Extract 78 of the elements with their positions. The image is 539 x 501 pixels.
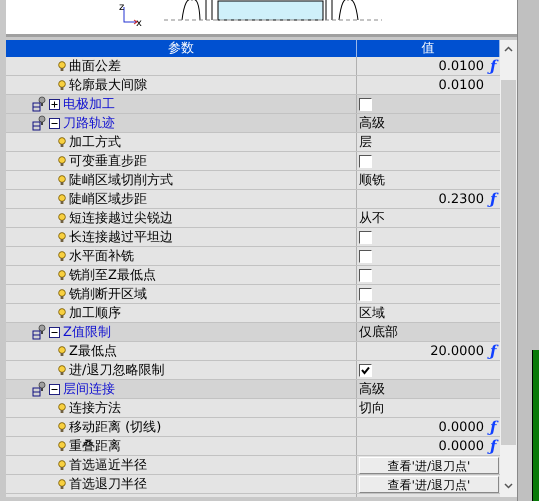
parameter-label: 首选逼近半径 [69, 457, 147, 474]
parameter-label: 移动距离 (切线) [69, 419, 162, 436]
bulb-icon [58, 232, 66, 242]
checkbox[interactable] [359, 154, 372, 168]
parameter-label: 加工顺序 [69, 305, 121, 322]
bulb-icon [58, 346, 66, 356]
scroll-up-icon[interactable] [504, 46, 513, 52]
axis-label: z [119, 3, 124, 13]
parameter-label: 曲面公差 [69, 58, 121, 75]
checkbox[interactable] [359, 364, 372, 376]
expand-icon[interactable] [49, 98, 60, 110]
parameter-label: 长连接越过平坦边 [69, 229, 173, 246]
parameter-label: 陡峭区域步距 [69, 191, 147, 208]
folder-bulb-icon [32, 96, 46, 112]
value-text: 高级 [359, 381, 385, 398]
parameter-label: 可变垂直步距 [69, 153, 147, 170]
bulb-icon [58, 270, 66, 280]
checkbox[interactable] [359, 268, 372, 282]
parameter-label: 铣削断开区域 [69, 286, 147, 303]
parameter-label: 铣削至Z最低点 [69, 267, 156, 284]
value-text: 区域 [359, 305, 385, 322]
view-button[interactable]: 查看'进/退刀点' [359, 456, 499, 474]
bulb-icon [58, 174, 66, 186]
bulb-icon [58, 60, 66, 72]
folder-bulb-icon [32, 324, 46, 340]
bulb-icon [58, 194, 66, 204]
collapse-icon[interactable] [49, 326, 60, 338]
checkbox[interactable] [359, 98, 372, 110]
value-text: 从不 [359, 210, 385, 227]
bulb-icon [58, 402, 66, 414]
value-text: 顺铣 [359, 172, 385, 189]
scrollbar[interactable] [500, 40, 517, 497]
parameter-label: 轮廓最大间隙 [69, 77, 147, 94]
bulb-icon [58, 440, 66, 452]
bulb-icon [58, 288, 66, 300]
bulb-icon [58, 364, 66, 376]
collapse-icon[interactable] [49, 118, 60, 128]
collapse-icon[interactable] [49, 384, 60, 394]
view-button[interactable]: 查看'进/退刀点' [359, 476, 499, 492]
parameter-label: 水平面补铣 [69, 248, 134, 265]
group-label[interactable]: 刀路轨迹 [63, 114, 115, 132]
value-text: 层 [359, 134, 372, 151]
parameter-label: 重叠距离 [69, 438, 121, 455]
bulb-icon [58, 156, 66, 166]
parameter-label: 陡峭区域切削方式 [69, 172, 173, 189]
value-text: 20.0000 [430, 344, 484, 358]
group-label[interactable]: 电极加工 [63, 95, 115, 113]
axis-label: x [136, 19, 142, 29]
parameter-label: Z最低点 [69, 343, 117, 360]
parameter-label: 连接方法 [69, 400, 121, 417]
group-label[interactable]: 层间连接 [63, 380, 115, 398]
parameter-label: 短连接越过尖锐边 [69, 210, 173, 227]
value-text: 0.0000 [438, 438, 484, 454]
bulb-icon [58, 308, 66, 318]
parameter-label: 首选退刀半径 [69, 476, 147, 493]
value-text: 0.0100 [438, 58, 484, 74]
bulb-icon [58, 80, 66, 90]
value-text: 0.0000 [438, 420, 484, 434]
value-text: 仅底部 [359, 324, 398, 341]
folder-bulb-icon [32, 381, 46, 397]
group-label[interactable]: Z值限制 [63, 323, 111, 341]
bulb-icon [58, 422, 66, 432]
checkbox[interactable] [359, 250, 372, 262]
value-text: 切向 [359, 400, 385, 417]
bulb-icon [58, 136, 66, 148]
parameter-label: 进/退刀忽略限制 [69, 362, 164, 379]
checkbox[interactable] [359, 288, 372, 300]
bulb-icon [58, 250, 66, 262]
folder-bulb-icon [32, 115, 46, 131]
value-text: 0.0100 [438, 78, 484, 92]
bulb-icon [58, 460, 66, 470]
checkbox[interactable] [359, 230, 372, 244]
bulb-icon [58, 212, 66, 224]
value-text: 高级 [359, 115, 385, 132]
scroll-down-icon[interactable] [504, 482, 513, 488]
value-text: 0.2300 [438, 192, 484, 206]
bulb-icon [58, 478, 66, 490]
parameter-label: 加工方式 [69, 134, 121, 151]
